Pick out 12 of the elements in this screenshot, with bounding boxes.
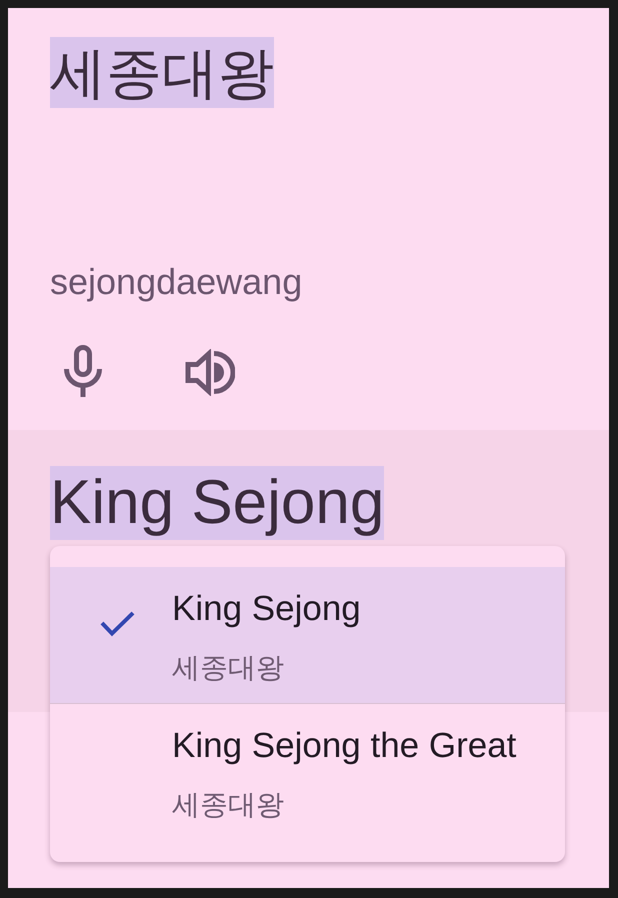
menu-item-subtitle: 세종대왕	[172, 651, 284, 685]
menu-item[interactable]: King Sejong 세종대왕	[50, 567, 565, 704]
speaker-icon[interactable]	[185, 348, 235, 396]
microphone-icon[interactable]	[62, 345, 104, 397]
menu-item-subtitle: 세종대왕	[172, 788, 284, 822]
menu-item-title: King Sejong the Great	[172, 725, 516, 767]
source-word: 세종대왕	[50, 37, 274, 108]
romanization-text: sejongdaewang	[50, 261, 302, 303]
translation-word: King Sejong	[50, 466, 384, 540]
check-icon	[100, 610, 135, 637]
menu-item-title: King Sejong	[172, 588, 361, 630]
menu-item[interactable]: King Sejong the Great 세종대왕	[50, 704, 565, 840]
